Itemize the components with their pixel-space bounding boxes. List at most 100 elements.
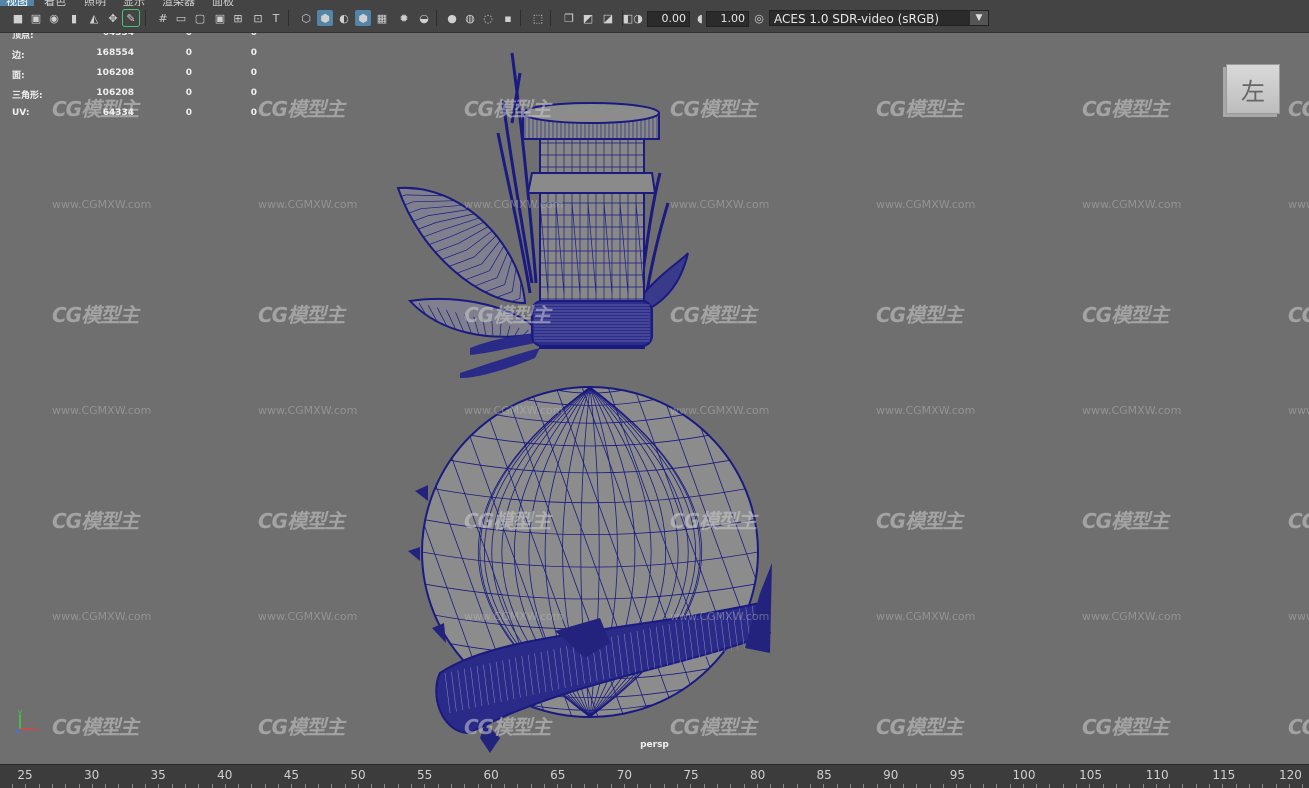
leaf-lower-left	[407, 297, 542, 338]
color-space-dropdown[interactable]: ACES 1.0 SDR-video (sRGB) ▼	[769, 10, 989, 26]
timeline-frame-mark	[331, 784, 333, 788]
hud-v1: 64334	[102, 108, 134, 118]
camera-lock-icon[interactable]: ▣	[28, 10, 44, 26]
timeline-frame-mark	[1248, 784, 1250, 788]
motion-blur-icon[interactable]: ◍	[462, 10, 478, 26]
xray-icon[interactable]: ❐	[561, 10, 577, 26]
color-management-icon[interactable]: ◎	[751, 10, 767, 26]
timeline-tick-label: 50	[350, 768, 366, 782]
timeline-frame-mark	[570, 784, 572, 788]
timeline-tick-label: 75	[683, 768, 699, 782]
safe-title-icon[interactable]: T	[268, 10, 284, 26]
exposure-field[interactable]: 0.00	[647, 11, 690, 27]
2d-pan-icon[interactable]: ✥	[105, 10, 121, 26]
timeline-frame-mark	[251, 784, 253, 788]
hud-label: 面:	[12, 71, 25, 81]
bookmark-icon[interactable]: ▮	[66, 10, 82, 26]
timeline-frame-mark	[796, 784, 798, 788]
gate-mask-icon[interactable]: ▣	[212, 10, 228, 26]
timeline-tick-label: 100	[1012, 768, 1036, 782]
grid-icon[interactable]: #	[155, 10, 171, 26]
mesh-edge	[764, 387, 884, 717]
resolution-gate-icon[interactable]: ▢	[192, 10, 208, 26]
anti-aliasing-icon[interactable]: ◌	[480, 10, 496, 26]
timeline-tick-label: 45	[283, 768, 300, 782]
timeline-frame-mark	[623, 784, 625, 788]
timeline-frame-mark	[903, 784, 905, 788]
timeline-frame-mark	[278, 784, 279, 788]
depth-of-field-icon[interactable]: ▪	[500, 10, 516, 26]
timeline-frame-mark	[1155, 784, 1157, 788]
timeline-frame-mark	[184, 784, 186, 788]
exposure-icon[interactable]: ◑	[630, 10, 646, 26]
timeline-frame-mark	[304, 784, 306, 788]
hud-label: 三角形:	[12, 91, 43, 101]
timeline-frame-mark	[12, 784, 13, 788]
timeline-frame-mark	[663, 784, 665, 788]
timeline-frame-mark	[411, 784, 412, 788]
timeline-frame-mark	[224, 784, 226, 788]
mesh-edge	[244, 387, 364, 717]
mesh-edge	[816, 387, 936, 717]
mesh-edge	[296, 387, 416, 717]
timeline-frame-mark	[118, 784, 120, 788]
hud-v1: 106208	[96, 68, 134, 78]
timeline-frame-mark	[238, 784, 240, 788]
timeline-tick-label: 35	[150, 768, 166, 782]
wireframe-model	[218, 52, 962, 753]
shadows-icon[interactable]: ◒	[416, 10, 432, 26]
timeline-frame-mark	[344, 784, 346, 788]
smooth-shade-icon[interactable]: ⬢	[317, 10, 333, 26]
timeline-frame-mark	[198, 784, 200, 788]
timeline-frame-mark	[131, 784, 133, 788]
timeline-frame-mark	[317, 784, 319, 788]
mesh-edge	[270, 387, 390, 717]
xray-components-icon[interactable]: ◪	[600, 10, 616, 26]
mesh-edge	[842, 387, 962, 717]
chevron-down-icon[interactable]: ▼	[970, 11, 988, 25]
timeline-tick-label: 85	[816, 768, 832, 782]
hud-v2: 0	[185, 68, 192, 78]
camera-icon[interactable]: ■	[10, 10, 26, 26]
film-gate-icon[interactable]: ▭	[173, 10, 189, 26]
timeline-frame-mark	[264, 784, 266, 788]
timeline-frame-mark	[863, 784, 865, 788]
image-plane-icon[interactable]: ◭	[86, 10, 102, 26]
timeline-frame-mark	[1102, 784, 1104, 788]
hud-label: 顶点:	[12, 33, 34, 41]
timeline-frame-mark	[1089, 784, 1091, 788]
safe-action-icon[interactable]: ⊡	[250, 10, 266, 26]
timeline-frame-mark	[810, 784, 811, 788]
timeline-frame-mark	[557, 784, 559, 788]
timeline-frame-mark	[730, 784, 732, 788]
shade-all-icon[interactable]: ◐	[336, 10, 352, 26]
time-slider[interactable]: 25 30 35 40 45 50 55 60 65 70 75 80 85 90 95 100 105 110 1…	[0, 764, 1309, 788]
timeline-frame-mark	[384, 784, 386, 788]
isolate-select-icon[interactable]: ⬚	[530, 10, 546, 26]
hud-row: 三角形: 106208 0 0	[12, 88, 272, 108]
lights-icon[interactable]: ✹	[396, 10, 412, 26]
view-cube[interactable]: 左	[1226, 64, 1280, 114]
timeline-frame-mark	[1115, 784, 1117, 788]
timeline-frame-mark	[65, 784, 67, 788]
ambient-occlusion-icon[interactable]: ●	[444, 10, 460, 26]
camera-attributes-icon[interactable]: ◉	[46, 10, 62, 26]
field-chart-icon[interactable]: ⊞	[230, 10, 246, 26]
camera-name-label: persp	[640, 740, 669, 750]
3d-viewport[interactable]: CG模型主CG模型主CG模型主CG模型主CG模型主CG模型主CG模型主CG模型主…	[0, 33, 1309, 764]
wireframe-on-shaded-icon[interactable]: ⬢	[355, 10, 371, 26]
mesh-edge	[218, 387, 338, 717]
textured-icon[interactable]: ▦	[374, 10, 390, 26]
timeline-frame-mark	[1182, 784, 1184, 788]
timeline-frame-mark	[1262, 784, 1264, 788]
xray-joints-icon[interactable]: ◩	[580, 10, 596, 26]
gamma-field[interactable]: 1.00	[706, 11, 749, 27]
wireframe-icon[interactable]: ⬡	[298, 10, 314, 26]
timeline-frame-mark	[490, 784, 492, 788]
timeline-frame-mark	[770, 784, 772, 788]
timeline-frame-mark	[783, 784, 785, 788]
timeline-tick-label: 90	[883, 768, 899, 782]
toolbar-separator	[622, 10, 623, 26]
grease-pencil-icon[interactable]: ✎	[122, 9, 140, 27]
timeline-frame-mark	[38, 784, 40, 788]
